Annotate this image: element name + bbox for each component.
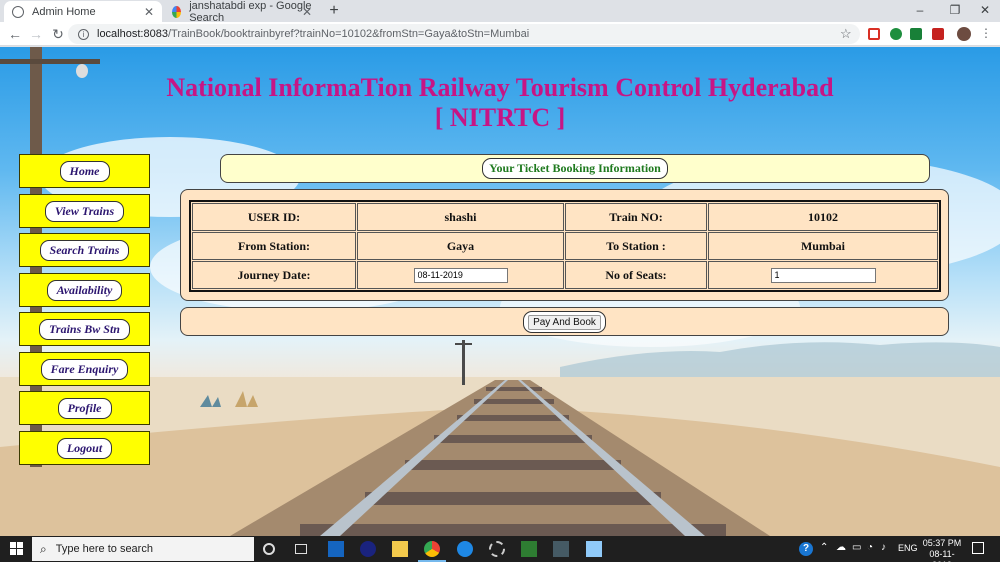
table-row: Journey Date: No of Seats: <box>192 261 938 289</box>
table-row: From Station: Gaya To Station : Mumbai <box>192 232 938 260</box>
train-no-value: 10102 <box>708 203 938 231</box>
extension-red-icon[interactable] <box>932 28 944 40</box>
sidebar-item-label[interactable]: Profile <box>57 397 112 419</box>
avatar[interactable] <box>957 27 971 41</box>
to-station-label: To Station : <box>565 232 707 260</box>
tab-google-search[interactable]: janshatabdi exp - Google Search ✕ <box>164 0 320 24</box>
file-explorer-icon[interactable] <box>392 541 408 557</box>
app-icon[interactable] <box>553 541 569 557</box>
site-title-line2: [ NITRTC ] <box>434 103 566 132</box>
sidebar-item-home[interactable]: Home <box>19 154 150 188</box>
clock-date: 08-11-2019 <box>929 549 955 562</box>
booking-panel: USER ID: shashi Train NO: 10102 From Sta… <box>180 189 949 301</box>
extension-drive-icon[interactable] <box>910 28 922 40</box>
action-panel: Pay And Book <box>180 307 949 336</box>
journey-date-cell <box>357 261 564 289</box>
reload-icon[interactable]: ↻ <box>49 25 67 43</box>
sidebar-item-trains-bw-stn[interactable]: Trains Bw Stn <box>19 312 150 346</box>
close-icon[interactable]: ✕ <box>970 2 1000 18</box>
sidebar-item-label[interactable]: Search Trains <box>39 239 130 261</box>
journey-date-field[interactable] <box>413 267 508 283</box>
page-viewport: National InformaTion Railway Tourism Con… <box>0 47 1000 536</box>
browser-toolbar: ← → ↻ i localhost:8083 /TrainBook/booktr… <box>0 22 1000 46</box>
user-id-value: shashi <box>357 203 564 231</box>
sidebar-item-availability[interactable]: Availability <box>19 273 150 307</box>
globe-icon <box>12 5 24 18</box>
table-row: USER ID: shashi Train NO: 10102 <box>192 203 938 231</box>
forward-arrow-icon[interactable]: → <box>27 25 45 43</box>
tab-close-icon[interactable]: ✕ <box>302 5 312 19</box>
booking-info-header: Your Ticket Booking Information <box>220 154 930 183</box>
settings-icon[interactable] <box>489 541 505 557</box>
app-icon[interactable] <box>328 541 344 557</box>
from-station-value: Gaya <box>357 232 564 260</box>
kebab-menu-icon[interactable]: ⋮ <box>980 26 992 40</box>
language-indicator[interactable]: ENG <box>898 543 918 553</box>
sidebar-item-label[interactable]: Trains Bw Stn <box>39 318 130 340</box>
search-placeholder: Type here to search <box>55 543 153 555</box>
sidebar-item-logout[interactable]: Logout <box>19 431 150 465</box>
search-icon: ⌕ <box>40 541 47 556</box>
new-tab-button[interactable]: + <box>324 1 344 21</box>
url-host: localhost:8083 <box>97 28 168 40</box>
to-station-value: Mumbai <box>708 232 938 260</box>
sidebar-item-label[interactable]: Fare Enquiry <box>40 358 129 380</box>
booking-table: USER ID: shashi Train NO: 10102 From Sta… <box>189 200 941 292</box>
tab-close-icon[interactable]: ✕ <box>144 5 154 19</box>
back-arrow-icon[interactable]: ← <box>6 25 24 43</box>
restore-icon[interactable]: ❐ <box>940 2 970 18</box>
train-no-label: Train NO: <box>565 203 707 231</box>
seats-cell <box>708 261 938 289</box>
tab-title: Admin Home <box>32 5 96 18</box>
tab-admin-home[interactable]: Admin Home ✕ <box>4 1 162 22</box>
url-path: /TrainBook/booktrainbyref?trainNo=10102&… <box>167 28 530 40</box>
sidebar-item-label[interactable]: View Trains <box>44 200 125 222</box>
sidebar-item-profile[interactable]: Profile <box>19 391 150 425</box>
pay-and-book-button[interactable]: Pay And Book <box>528 314 601 330</box>
battery-icon[interactable]: ▭ <box>852 542 861 553</box>
sidebar-item-fare-enquiry[interactable]: Fare Enquiry <box>19 352 150 386</box>
sidebar-item-search-trains[interactable]: Search Trains <box>19 233 150 267</box>
sidebar-item-label[interactable]: Availability <box>46 279 123 301</box>
wifi-icon[interactable]: ◔ <box>867 542 873 553</box>
google-icon <box>172 5 182 18</box>
from-station-label: From Station: <box>192 232 356 260</box>
eclipse-icon[interactable] <box>360 541 376 557</box>
sidebar-item-label[interactable]: Logout <box>56 437 113 459</box>
site-title-line1: National InformaTion Railway Tourism Con… <box>166 73 834 102</box>
cloud-icon[interactable]: ☁ <box>836 542 846 553</box>
help-icon[interactable]: ? <box>799 542 813 556</box>
taskbar-search-input[interactable]: ⌕ Type here to search <box>32 537 254 561</box>
extension-grammarly-icon[interactable] <box>890 28 902 40</box>
seats-label: No of Seats: <box>565 261 707 289</box>
edge-icon[interactable] <box>457 541 473 557</box>
address-bar[interactable]: i localhost:8083 /TrainBook/booktrainbyr… <box>68 24 860 44</box>
browser-tab-bar: Admin Home ✕ janshatabdi exp - Google Se… <box>0 0 1000 24</box>
minimize-icon[interactable]: – <box>905 2 935 18</box>
chevron-up-icon[interactable]: ⌃ <box>820 542 828 553</box>
volume-icon[interactable]: ♪ <box>881 542 886 553</box>
bookmark-star-icon[interactable]: ☆ <box>840 26 852 42</box>
windows-start-icon[interactable] <box>10 542 23 555</box>
site-title: National InformaTion Railway Tourism Con… <box>0 73 1000 133</box>
info-icon[interactable]: i <box>78 28 89 40</box>
chrome-icon[interactable] <box>424 541 440 557</box>
clock[interactable]: 05:37 PM 08-11-2019 <box>922 538 962 562</box>
sidebar-item-view-trains[interactable]: View Trains <box>19 194 150 228</box>
clock-time: 05:37 PM <box>922 538 962 548</box>
extension-shield-icon[interactable] <box>868 28 880 40</box>
journey-date-label: Journey Date: <box>192 261 356 289</box>
booking-info-title: Your Ticket Booking Information <box>482 158 668 179</box>
pay-button-wrapper: Pay And Book <box>523 310 606 333</box>
windows-taskbar: ⌕ Type here to search ? ⌃ ☁ ▭ ◔ ♪ ENG 05… <box>0 536 1000 562</box>
notification-icon[interactable] <box>972 542 984 554</box>
cortana-icon[interactable] <box>263 543 275 555</box>
tab-title: janshatabdi exp - Google Search <box>189 0 312 24</box>
user-id-label: USER ID: <box>192 203 356 231</box>
sidebar-item-label[interactable]: Home <box>59 160 110 182</box>
app-icon[interactable] <box>521 541 537 557</box>
app-icon[interactable] <box>586 541 602 557</box>
task-view-icon[interactable] <box>295 544 307 554</box>
seats-field[interactable] <box>770 267 876 283</box>
